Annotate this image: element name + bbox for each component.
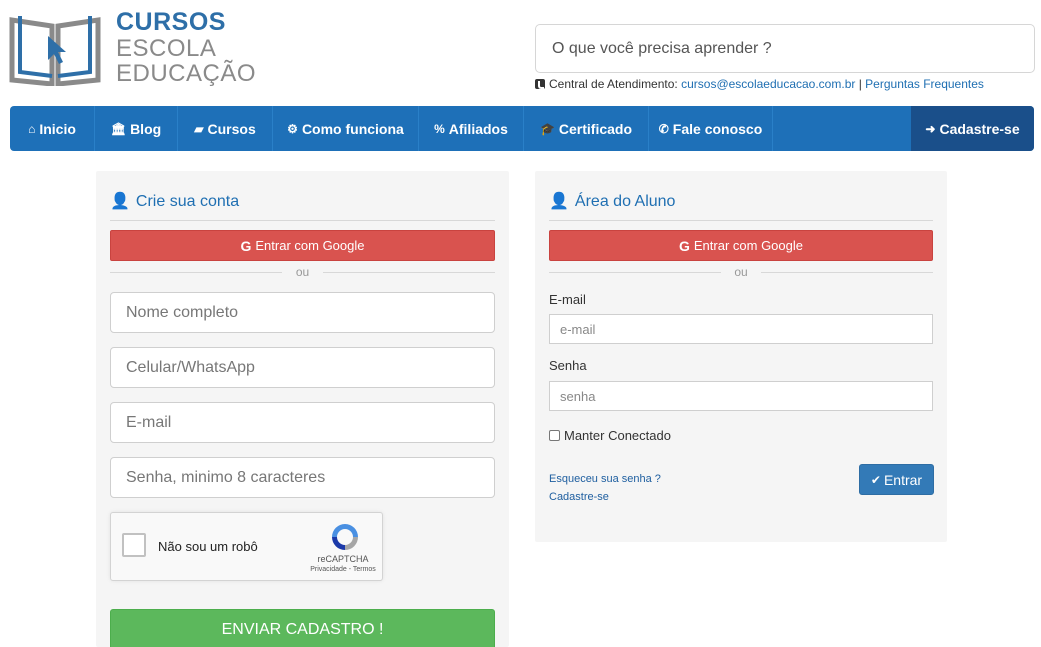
- recaptcha-links[interactable]: Privacidade - Termos: [291, 566, 395, 573]
- email-field[interactable]: [110, 402, 495, 443]
- nav-item-label: Fale conosco: [672, 120, 763, 137]
- nav-item-cursos[interactable]: ▰ Cursos: [178, 106, 273, 151]
- signup-link[interactable]: Cadastre-se: [549, 491, 609, 503]
- login-or-divider: ou: [549, 265, 933, 279]
- phone-icon: ✆: [658, 121, 669, 136]
- recaptcha-checkbox[interactable]: [122, 533, 146, 557]
- nav-item-label: Blog: [130, 120, 162, 137]
- graduation-cap-icon: 🎓: [539, 121, 555, 136]
- contact-label: Central de Atendimento:: [549, 77, 678, 91]
- login-password-label: Senha: [549, 358, 587, 373]
- nav-item-label: Cursos: [207, 120, 256, 137]
- password-field[interactable]: [110, 457, 495, 498]
- login-panel: 👤 Área do Aluno G Entrar com Google ou E-m…: [535, 171, 947, 542]
- book-icon: ▰: [194, 121, 204, 136]
- search-input[interactable]: [535, 24, 1035, 73]
- recaptcha-widget: Não sou um robô reCAPTCHA Privacidade - …: [110, 512, 383, 581]
- institution-icon: 🏛: [110, 121, 127, 136]
- book-cursor-icon: [9, 16, 101, 86]
- site-logo[interactable]: CURSOS ESCOLA EDUCAÇÃO: [8, 8, 258, 88]
- home-icon: ⌂: [28, 121, 36, 136]
- keep-connected[interactable]: Manter Conectado: [549, 428, 671, 443]
- login-divider: [549, 220, 933, 221]
- login-email-field[interactable]: [549, 314, 933, 344]
- login-password-field[interactable]: [549, 381, 933, 411]
- nav-item-label: Afiliados: [448, 120, 508, 137]
- nav-item-certificado[interactable]: 🎓 Certificado: [524, 106, 649, 151]
- nav-item-afiliados[interactable]: % Afiliados: [419, 106, 524, 151]
- keep-connected-checkbox[interactable]: [549, 430, 560, 441]
- google-button-label: Entrar com Google: [255, 238, 365, 253]
- contact-email-link[interactable]: cursos@escolaeducacao.com.br: [681, 77, 855, 91]
- name-field[interactable]: [110, 292, 495, 333]
- register-title-text: Crie sua conta: [135, 193, 240, 210]
- login-google-button[interactable]: G Entrar com Google: [549, 230, 933, 261]
- check-icon: ✔: [870, 472, 881, 487]
- nav-item-label: Inicio: [39, 120, 76, 137]
- link-icon: %: [434, 121, 445, 136]
- login-email-label: E-mail: [549, 292, 586, 307]
- register-panel: 👤 Crie sua conta GEntrar com Google ou Nã…: [96, 171, 509, 647]
- login-submit-button[interactable]: ✔ Entrar: [859, 464, 934, 495]
- contact-separator: |: [858, 77, 862, 91]
- nav-item-fale-conosco[interactable]: ✆ Fale conosco: [649, 106, 773, 151]
- nav-item-como-funciona[interactable]: ⚙ Como funciona: [273, 106, 419, 151]
- google-button-label: Entrar com Google: [693, 238, 803, 253]
- register-or-divider: ou: [110, 265, 495, 279]
- logo-line-cursos: CURSOS: [116, 8, 226, 36]
- google-icon: G: [240, 237, 252, 254]
- recaptcha-brand: reCAPTCHA: [317, 554, 369, 564]
- register-title: 👤 Crie sua conta: [110, 191, 239, 211]
- login-title-text: Área do Aluno: [574, 193, 676, 210]
- login-title: 👤 Área do Aluno: [549, 191, 675, 211]
- contact-info: Central de Atendimento: cursos@escolaedu…: [535, 77, 984, 91]
- keep-connected-label: Manter Conectado: [564, 428, 671, 443]
- nav-item-cadastre-se[interactable]: ➜ Cadastre-se: [911, 106, 1034, 151]
- gears-icon: ⚙: [287, 121, 298, 136]
- faq-link[interactable]: Perguntas Frequentes: [865, 77, 984, 91]
- phone-square-icon: [535, 79, 545, 89]
- nav-item-blog[interactable]: 🏛 Blog: [95, 106, 178, 151]
- recaptcha-logo-icon: [332, 524, 358, 550]
- nav-item-label: Cadastre-se: [939, 120, 1020, 137]
- nav-item-label: Certificado: [558, 120, 633, 137]
- nav-item-label: Como funciona: [301, 120, 404, 137]
- sign-in-icon: ➜: [925, 121, 936, 136]
- user-icon: 👤: [549, 193, 569, 210]
- submit-register-button[interactable]: ENVIAR CADASTRO !: [110, 609, 495, 647]
- logo-line-educacao: EDUCAÇÃO: [116, 60, 257, 87]
- recaptcha-label: Não sou um robô: [158, 539, 258, 554]
- nav-item-inicio[interactable]: ⌂ Inicio: [10, 106, 95, 151]
- register-divider: [110, 220, 495, 221]
- register-google-button[interactable]: G Entrar com Google: [110, 230, 495, 261]
- phone-field[interactable]: [110, 347, 495, 388]
- user-plus-icon: 👤: [110, 193, 130, 210]
- google-icon: G: [679, 237, 690, 254]
- logo-line-escola: ESCOLA: [116, 35, 217, 62]
- forgot-password-link[interactable]: Esqueceu sua senha ?: [549, 473, 661, 485]
- login-submit-label: Entrar: [883, 471, 923, 488]
- main-nav: ⌂ Inicio 🏛 Blog ▰ Cursos ⚙ Como funciona % Af…: [10, 106, 1034, 151]
